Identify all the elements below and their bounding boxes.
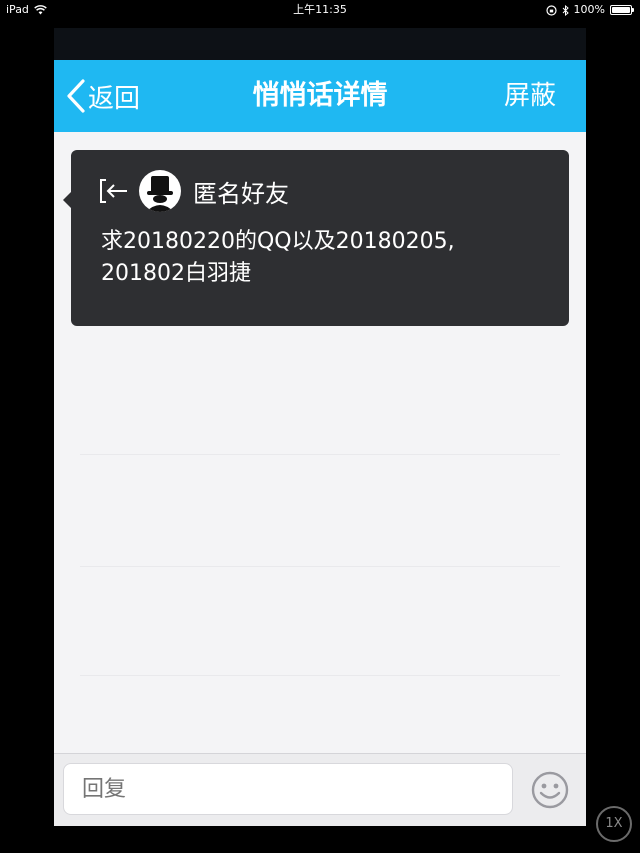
message-line-2: 201802白羽捷 (101, 261, 251, 286)
status-time: 上午11:35 (293, 3, 347, 16)
card-tail (63, 192, 71, 208)
divider-line (80, 454, 560, 455)
battery-percent: 100% (573, 3, 605, 16)
status-right: 100% (545, 0, 634, 20)
nav-bar: 返回 悄悄话详情 屏蔽 (54, 60, 586, 132)
ipad-screen: iPad 上午11:35 100% 返回 悄悄话详情 屏蔽 匿名好友 求2018… (0, 0, 640, 853)
status-bar: iPad 上午11:35 100% (0, 0, 640, 20)
divider-line (80, 566, 560, 567)
emoji-icon[interactable] (530, 770, 570, 810)
anonymous-avatar-icon (139, 170, 181, 212)
zoom-badge[interactable]: 1X (596, 806, 632, 842)
bluetooth-icon (562, 4, 569, 16)
message-header: 匿名好友 (99, 170, 289, 212)
battery-icon (610, 5, 634, 15)
reply-input[interactable] (63, 763, 513, 815)
message-text: 求20180220的QQ以及20180205, 201802白羽捷 (101, 226, 541, 290)
app-top-band (54, 28, 586, 60)
app-window: 返回 悄悄话详情 屏蔽 匿名好友 求20180220的QQ以及20180205,… (54, 28, 586, 826)
message-line-1: 求20180220的QQ以及20180205, (101, 229, 455, 254)
incoming-arrow-icon (100, 179, 127, 203)
reply-bar (54, 753, 586, 826)
rotation-lock-icon (545, 4, 557, 16)
sender-name: 匿名好友 (193, 179, 289, 208)
message-card: 匿名好友 求20180220的QQ以及20180205, 201802白羽捷 (63, 150, 569, 326)
block-button[interactable]: 屏蔽 (504, 60, 556, 132)
divider-line (80, 675, 560, 676)
battery-fill (612, 7, 630, 13)
